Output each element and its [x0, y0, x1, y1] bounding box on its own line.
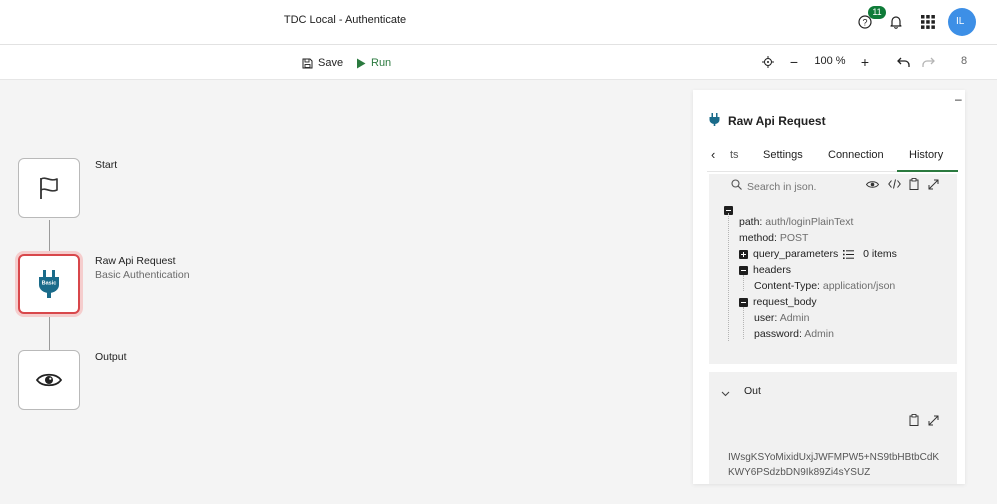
- json-value: application/json: [822, 280, 896, 292]
- json-root-toggle[interactable]: [724, 202, 738, 220]
- bell-icon[interactable]: [885, 11, 907, 33]
- expand-icon[interactable]: [925, 412, 941, 428]
- eye-icon: [36, 373, 62, 387]
- basic-plug-icon: Basic: [39, 270, 59, 298]
- save-label: Save: [318, 57, 344, 69]
- raw-api-request-node-sublabel: Basic Authentication: [95, 269, 190, 281]
- eye-toggle-icon[interactable]: [864, 176, 880, 192]
- json-value: auth/loginPlainText: [765, 216, 854, 228]
- json-item-count: 0 items: [863, 248, 897, 260]
- play-icon: [357, 58, 366, 68]
- json-value: POST: [779, 232, 809, 244]
- json-key: Content-Type:: [754, 280, 820, 292]
- active-tab-indicator: [897, 170, 958, 172]
- zoom-out-icon[interactable]: −: [785, 53, 803, 71]
- expand-toggle-icon[interactable]: [739, 249, 748, 259]
- json-row-content-type: Content-Type: application/json: [754, 280, 895, 292]
- panel-minimize-button[interactable]: –: [955, 92, 962, 106]
- svg-text:?: ?: [862, 17, 867, 27]
- collapse-toggle-icon[interactable]: [739, 265, 748, 275]
- save-icon: [302, 58, 313, 68]
- copy-icon[interactable]: [906, 412, 922, 428]
- out-value-line: IWsgKSYoMixidUxjJWFMPW5+NS9tbHBtbCdK: [728, 452, 940, 463]
- json-row-request-body[interactable]: request_body: [739, 296, 817, 308]
- json-row-method: method: POST: [739, 232, 808, 244]
- out-section: Out IWsgKSYoMixidUxjJWFMPW5+NS9tbHBtbCdK…: [709, 372, 957, 484]
- node-details-panel: – Raw Api Request ‹ ts Settings Connecti…: [693, 90, 965, 484]
- json-row-password: password: Admin: [754, 328, 834, 340]
- tabs-scroll-left-icon[interactable]: ‹: [711, 147, 715, 162]
- json-row-user: user: Admin: [754, 312, 809, 324]
- out-value: IWsgKSYoMixidUxjJWFMPW5+NS9tbHBtbCdK KWY…: [728, 450, 950, 480]
- out-value-line: KWY6PSdzbDN9Ik89Zi4sYSUZ: [728, 467, 871, 478]
- redo-icon[interactable]: [919, 53, 937, 71]
- zoom-level: 100 %: [814, 55, 846, 67]
- panel-title: Raw Api Request: [728, 114, 826, 128]
- flow-canvas[interactable]: Start Basic Raw Api Request Basic Authen…: [0, 80, 692, 504]
- collapse-toggle-icon[interactable]: [739, 297, 748, 307]
- json-viewer: path: auth/loginPlainText method: POST q…: [709, 174, 957, 364]
- json-value: Admin: [779, 312, 810, 324]
- run-button[interactable]: Run: [356, 54, 391, 72]
- avatar[interactable]: IL: [948, 8, 976, 36]
- json-key: query_parameters: [753, 248, 839, 260]
- raw-api-request-node[interactable]: Basic: [18, 254, 80, 314]
- json-search-input[interactable]: [731, 178, 867, 196]
- notification-badge: 11: [868, 6, 886, 19]
- json-row-query-parameters[interactable]: query_parameters 0 items: [739, 248, 897, 260]
- run-label: Run: [371, 57, 392, 69]
- json-key: password:: [754, 328, 802, 340]
- json-row-headers[interactable]: headers: [739, 264, 791, 276]
- copy-icon[interactable]: [906, 176, 922, 192]
- output-node-label: Output: [95, 351, 127, 363]
- raw-api-request-node-label: Raw Api Request: [95, 255, 176, 267]
- json-key: path:: [739, 216, 763, 228]
- json-key: user:: [754, 312, 778, 324]
- node-connector: [49, 220, 50, 254]
- tab-partial[interactable]: ts: [730, 149, 739, 161]
- json-key: method:: [739, 232, 777, 244]
- zoom-in-icon[interactable]: +: [856, 53, 874, 71]
- tree-guide: [743, 307, 744, 339]
- json-row-path: path: auth/loginPlainText: [739, 216, 853, 228]
- app-header: TDC Local - Authenticate ? 11 IL: [0, 0, 997, 45]
- code-view-icon[interactable]: [886, 176, 902, 192]
- tree-guide: [743, 275, 744, 291]
- expand-icon[interactable]: [925, 176, 941, 192]
- list-icon: [843, 249, 855, 259]
- tab-history[interactable]: History: [909, 149, 943, 161]
- json-value: Admin: [804, 328, 834, 340]
- app-title: TDC Local - Authenticate: [283, 14, 407, 26]
- editor-toolbar: Save Run − 100 % + 8: [0, 45, 997, 80]
- tab-connection[interactable]: Connection: [828, 149, 884, 161]
- basic-icon-text: Basic: [42, 281, 57, 287]
- fit-view-icon[interactable]: [759, 53, 777, 71]
- save-button[interactable]: Save: [302, 54, 343, 72]
- tab-settings[interactable]: Settings: [763, 149, 803, 161]
- tree-guide: [728, 213, 729, 341]
- start-node-label: Start: [95, 159, 118, 171]
- out-label: Out: [744, 385, 761, 397]
- apps-grid-icon[interactable]: [917, 11, 939, 33]
- flag-icon: [40, 177, 58, 199]
- json-key: headers: [753, 264, 791, 276]
- plug-icon: [709, 113, 720, 126]
- undo-icon[interactable]: [894, 53, 912, 71]
- start-node[interactable]: [18, 158, 80, 218]
- out-collapse-icon[interactable]: [721, 384, 730, 402]
- node-connector: [49, 317, 50, 350]
- toolbar-clipped-item: 8: [961, 55, 968, 67]
- output-node[interactable]: [18, 350, 80, 410]
- json-key: request_body: [753, 296, 817, 308]
